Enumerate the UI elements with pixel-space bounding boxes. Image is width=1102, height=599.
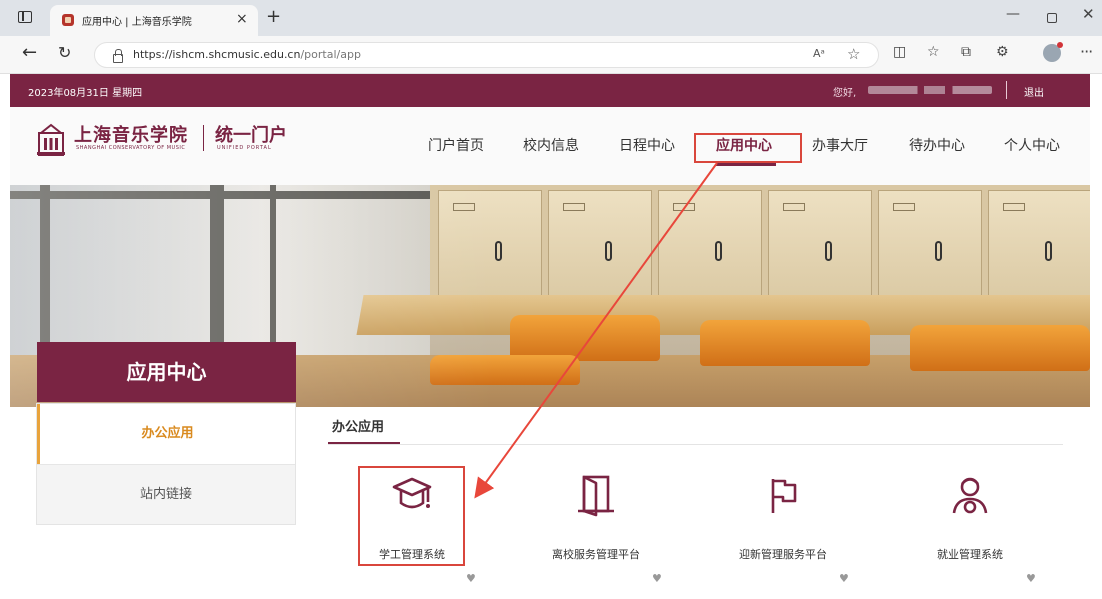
read-aloud-icon[interactable]: Aᵃ [813, 47, 825, 60]
nav-schedule[interactable]: 日程中心 [619, 135, 675, 155]
app-label: 就业管理系统 [937, 548, 1003, 561]
favorite-star-icon[interactable]: ☆ [847, 45, 860, 63]
sidebar-toggle-icon[interactable] [18, 11, 32, 23]
app-departure-service[interactable]: 离校服务管理平台 [521, 467, 671, 577]
school-name-en: SHANGHAI CONSERVATORY OF MUSIC [76, 145, 186, 151]
employee-icon [952, 477, 988, 514]
school-name: 上海音乐学院 [74, 125, 188, 146]
url-text: https://ishcm.shcmusic.edu.cn/portal/app [133, 48, 361, 61]
extensions-icon[interactable]: ⚙ [996, 44, 1009, 60]
address-bar: ← ↻ https://ishcm.shcmusic.edu.cn/portal… [0, 36, 1102, 74]
flag-icon [771, 479, 797, 513]
app-employment[interactable]: 就业管理系统 [895, 467, 1045, 577]
app-highlight-box [358, 466, 465, 566]
refresh-icon[interactable]: ↻ [58, 43, 71, 62]
sidebar-title-box: 应用中心 [37, 342, 296, 402]
favorites-list-icon[interactable]: ☆ [927, 44, 940, 60]
nav-home[interactable]: 门户首页 [428, 135, 484, 155]
door-icon [578, 475, 614, 517]
app-label: 迎新管理服务平台 [739, 548, 827, 561]
new-tab-icon[interactable]: + [266, 6, 281, 28]
topbar-divider [1006, 81, 1007, 99]
nav-todo-center[interactable]: 待办中心 [909, 135, 965, 155]
app-label: 离校服务管理平台 [552, 548, 640, 561]
maximize-icon[interactable] [1047, 13, 1057, 23]
logo-divider [203, 125, 204, 151]
nav-campus-info[interactable]: 校内信息 [523, 135, 579, 155]
site-header: 上海音乐学院 SHANGHAI CONSERVATORY OF MUSIC 统一… [10, 107, 1090, 185]
favorite-heart-icon[interactable]: ♥ [839, 572, 849, 585]
window-close-icon[interactable]: ✕ [1082, 5, 1095, 23]
sidebar-menu: 办公应用 站内链接 [36, 403, 296, 525]
nav-service-hall[interactable]: 办事大厅 [812, 135, 868, 155]
portal-page: 2023年08月31日 星期四 您好, 退出 上海音乐学院 SHANGHAI C… [10, 74, 1090, 599]
site-favicon-icon [62, 14, 74, 26]
tab-title: 应用中心 | 上海音乐学院 [82, 17, 192, 28]
school-crest-icon [37, 123, 65, 156]
profile-avatar[interactable] [1043, 42, 1063, 62]
lock-icon[interactable] [112, 49, 123, 63]
split-screen-icon[interactable]: ◫ [893, 44, 906, 60]
tab-close-icon[interactable]: × [236, 10, 248, 28]
tab-divider [328, 444, 1063, 445]
top-info-bar: 2023年08月31日 星期四 您好, 退出 [10, 74, 1090, 107]
collections-icon[interactable]: ⧉ [961, 44, 971, 60]
nav-highlight-box [694, 133, 802, 163]
browser-tab-bar: 应用中心 | 上海音乐学院 × + — ✕ [0, 0, 1102, 36]
favorite-heart-icon[interactable]: ♥ [1026, 572, 1036, 585]
browser-tab[interactable]: 应用中心 | 上海音乐学院 × [50, 5, 258, 36]
current-date: 2023年08月31日 星期四 [28, 88, 143, 99]
favorite-heart-icon[interactable]: ♥ [466, 572, 476, 585]
nav-active-underline [716, 163, 776, 166]
sidebar-item-office-apps[interactable]: 办公应用 [37, 404, 295, 464]
portal-name-en: UNIFIED PORTAL [217, 145, 272, 151]
app-freshman-service[interactable]: 迎新管理服务平台 [708, 467, 858, 577]
more-menu-icon[interactable]: ··· [1080, 42, 1093, 61]
greeting-text: 您好, [833, 88, 857, 99]
favorite-heart-icon[interactable]: ♥ [652, 572, 662, 585]
redacted-username [868, 86, 992, 94]
sidebar-title: 应用中心 [126, 360, 207, 384]
logout-link[interactable]: 退出 [1024, 84, 1044, 99]
portal-name: 统一门户 [215, 125, 287, 146]
back-icon[interactable]: ← [22, 42, 37, 63]
minimize-icon[interactable]: — [1006, 6, 1020, 22]
sidebar-item-site-links[interactable]: 站内链接 [37, 464, 295, 524]
nav-personal-center[interactable]: 个人中心 [1004, 135, 1060, 155]
url-input[interactable]: https://ishcm.shcmusic.edu.cn/portal/app… [94, 42, 879, 68]
tab-office-apps[interactable]: 办公应用 [332, 416, 384, 435]
